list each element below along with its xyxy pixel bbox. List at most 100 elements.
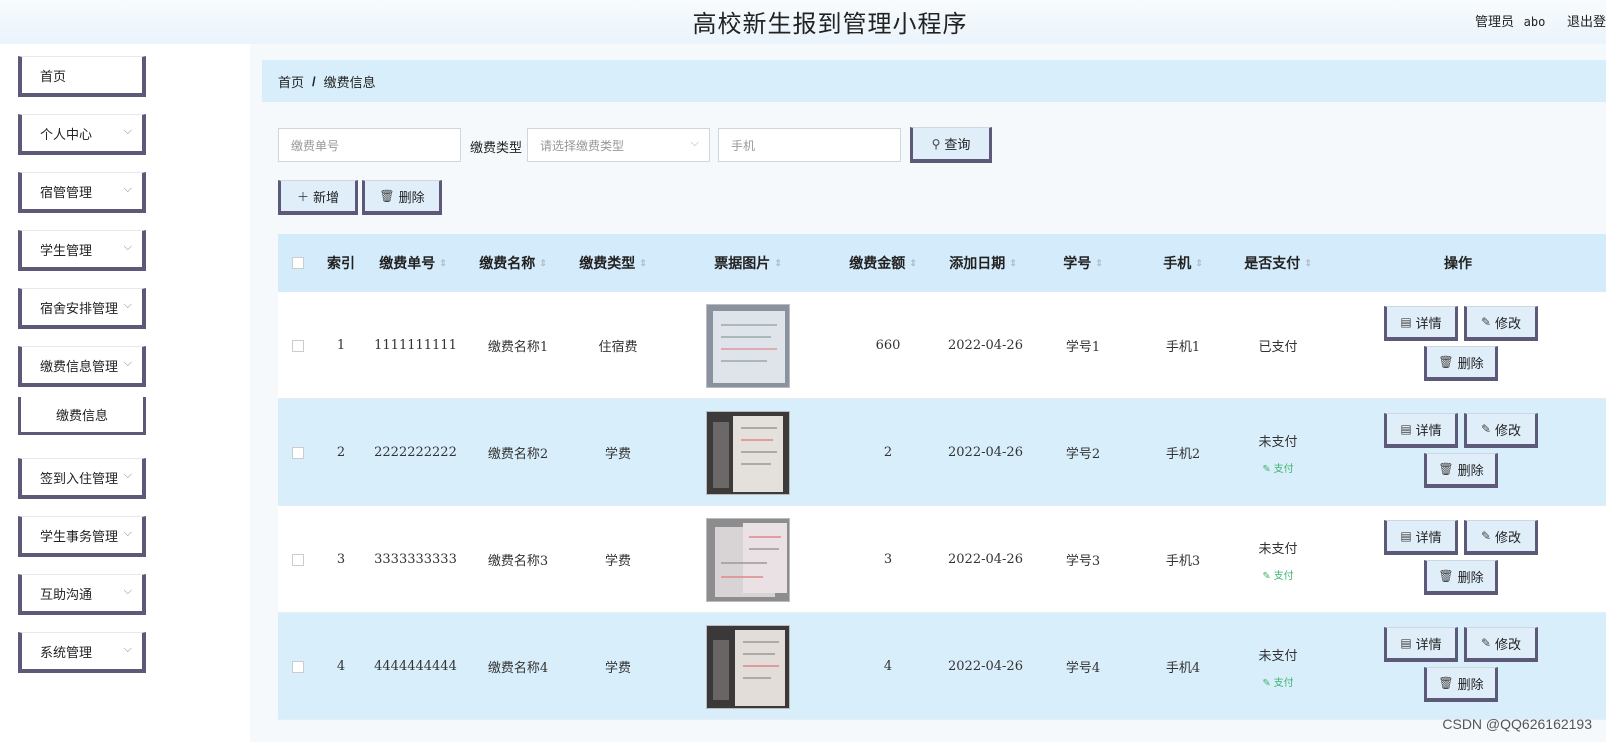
sidebar-item-payment-mgmt[interactable]: 缴费信息管理 ⌵ bbox=[18, 346, 146, 387]
row-checkbox[interactable] bbox=[288, 399, 308, 506]
sidebar-item-label: 学生事务管理 bbox=[40, 528, 119, 544]
detail-button[interactable]: ▤ 详情 bbox=[1384, 627, 1458, 662]
sidebar-item-students[interactable]: 学生管理 ⌵ bbox=[18, 230, 146, 271]
select-all-checkbox[interactable] bbox=[288, 234, 308, 292]
edit-button[interactable]: ✎ 修改 bbox=[1464, 306, 1538, 341]
search-button[interactable]: ⚲ 查询 bbox=[910, 127, 992, 163]
add-button[interactable]: ＋ 新增 bbox=[278, 180, 358, 215]
trash-icon: 🗑 bbox=[1438, 355, 1454, 369]
sidebar-item-home[interactable]: 首页 bbox=[18, 56, 146, 97]
row-checkbox[interactable] bbox=[288, 506, 308, 613]
chevron-down-icon: ⌵ bbox=[123, 357, 132, 369]
sort-icon: ⇕ bbox=[1195, 257, 1203, 268]
trash-icon: 🗑 bbox=[1438, 462, 1454, 476]
edit-icon: ✎ bbox=[1480, 529, 1492, 543]
edit-button-label: 修改 bbox=[1495, 529, 1522, 545]
sort-icon: ⇕ bbox=[1009, 257, 1017, 268]
column-header[interactable]: 手机 ⇕ bbox=[1148, 234, 1218, 292]
cell-status: 未支付 ✎ 支付 bbox=[1233, 399, 1323, 506]
add-button-label: 新增 bbox=[313, 189, 340, 205]
pay-link[interactable]: ✎ 支付 bbox=[1262, 460, 1293, 475]
sidebar-item-checkin[interactable]: 签到入住管理 ⌵ bbox=[18, 458, 146, 499]
delete-button[interactable]: 🗑 删除 bbox=[1424, 453, 1498, 488]
receipt-image[interactable] bbox=[698, 399, 798, 506]
detail-button-label: 详情 bbox=[1415, 422, 1442, 438]
delete-button[interactable]: 🗑 删除 bbox=[1424, 667, 1498, 702]
sidebar-item-communication[interactable]: 互助沟通 ⌵ bbox=[18, 574, 146, 615]
cell-student-id: 学号3 bbox=[1065, 554, 1101, 569]
row-actions: ▤ 详情 ✎ 修改 🗑 删除 bbox=[1378, 292, 1598, 399]
edit-button[interactable]: ✎ 修改 bbox=[1464, 627, 1538, 662]
sidebar-item-label: 宿管管理 bbox=[40, 184, 93, 200]
edit-button[interactable]: ✎ 修改 bbox=[1464, 520, 1538, 555]
bulk-delete-button[interactable]: 🗑 删除 bbox=[362, 180, 442, 215]
edit-button-label: 修改 bbox=[1495, 315, 1522, 331]
cell-amount: 4 bbox=[883, 659, 893, 674]
column-header-label: 缴费名称 bbox=[479, 255, 536, 271]
sort-icon: ⇕ bbox=[439, 257, 447, 268]
column-header[interactable]: 缴费名称 ⇕ bbox=[468, 234, 558, 292]
sort-icon: ⇕ bbox=[909, 257, 917, 268]
column-header[interactable]: 票据图片 ⇕ bbox=[698, 234, 798, 292]
table-row: 4 4444444444 缴费名称4 学费 4 2022-04-26 学号4 手… bbox=[278, 613, 1606, 720]
plus-icon: ＋ bbox=[296, 189, 309, 204]
delete-button[interactable]: 🗑 删除 bbox=[1424, 560, 1498, 595]
column-header[interactable]: 缴费类型 ⇕ bbox=[568, 234, 658, 292]
detail-button[interactable]: ▤ 详情 bbox=[1384, 413, 1458, 448]
payment-type-select[interactable]: 请选择缴费类型 ⌵ bbox=[527, 128, 710, 162]
document-icon: ▤ bbox=[1400, 636, 1412, 650]
column-header[interactable]: 缴费金额 ⇕ bbox=[838, 234, 928, 292]
logout-link[interactable]: 退出登 bbox=[1567, 14, 1606, 29]
user-area: 管理员 abo 退出登 bbox=[1469, 11, 1606, 30]
order-number-placeholder: 缴费单号 bbox=[291, 138, 340, 153]
detail-button[interactable]: ▤ 详情 bbox=[1384, 520, 1458, 555]
cell-type: 学费 bbox=[604, 661, 631, 676]
column-header[interactable]: 缴费单号 ⇕ bbox=[368, 234, 458, 292]
detail-button[interactable]: ▤ 详情 bbox=[1384, 306, 1458, 341]
receipt-image[interactable] bbox=[698, 613, 798, 720]
cell-name: 缴费名称4 bbox=[487, 661, 549, 676]
sidebar-item-affairs[interactable]: 学生事务管理 ⌵ bbox=[18, 516, 146, 557]
cell-name: 缴费名称1 bbox=[487, 340, 549, 355]
receipt-image[interactable] bbox=[698, 292, 798, 399]
sort-icon: ⇕ bbox=[539, 257, 547, 268]
pay-link[interactable]: ✎ 支付 bbox=[1262, 567, 1293, 582]
row-checkbox[interactable] bbox=[288, 613, 308, 720]
delete-button-label: 删除 bbox=[1457, 569, 1484, 585]
row-actions: ▤ 详情 ✎ 修改 🗑 删除 bbox=[1378, 506, 1598, 613]
cell-status: 未支付 ✎ 支付 bbox=[1233, 613, 1323, 720]
pay-link-label: 支付 bbox=[1273, 677, 1294, 689]
pay-link-label: 支付 bbox=[1273, 463, 1294, 475]
cell-student-id: 学号4 bbox=[1065, 661, 1101, 676]
breadcrumb-home[interactable]: 首页 bbox=[278, 72, 304, 91]
column-header[interactable]: 学号 ⇕ bbox=[1048, 234, 1118, 292]
user-role: 管理员 bbox=[1475, 14, 1515, 29]
row-checkbox[interactable] bbox=[288, 292, 308, 399]
cell-student-id: 学号2 bbox=[1065, 447, 1101, 462]
sort-icon: ⇕ bbox=[774, 257, 782, 268]
edit-button[interactable]: ✎ 修改 bbox=[1464, 413, 1538, 448]
sort-icon: ⇕ bbox=[1095, 257, 1103, 268]
trash-icon: 🗑 bbox=[1438, 676, 1454, 690]
pay-link[interactable]: ✎ 支付 bbox=[1262, 674, 1293, 689]
receipt-image[interactable] bbox=[698, 506, 798, 613]
cell-order: 3333333333 bbox=[374, 552, 457, 567]
status-text: 已支付 bbox=[1258, 340, 1298, 355]
order-number-input[interactable]: 缴费单号 bbox=[278, 128, 461, 162]
sidebar-subitem-payment-info[interactable]: 缴费信息 bbox=[18, 397, 146, 435]
sidebar-item-dorm-arrange[interactable]: 宿舍安排管理 ⌵ bbox=[18, 288, 146, 329]
sidebar-item-system[interactable]: 系统管理 ⌵ bbox=[18, 632, 146, 673]
app-header: 高校新生报到管理小程序 管理员 abo 退出登 bbox=[0, 0, 1606, 44]
delete-button[interactable]: 🗑 删除 bbox=[1424, 346, 1498, 381]
column-header[interactable]: 是否支付 ⇕ bbox=[1233, 234, 1323, 292]
sidebar-item-dorm-staff[interactable]: 宿管管理 ⌵ bbox=[18, 172, 146, 213]
cell-index: 2 bbox=[336, 445, 346, 460]
sidebar-item-personal[interactable]: 个人中心 ⌵ bbox=[18, 114, 146, 155]
phone-input[interactable]: 手机 bbox=[718, 128, 901, 162]
sidebar-item-label: 首页 bbox=[40, 68, 67, 84]
table-row: 3 3333333333 缴费名称3 学费 3 2022-04-26 学号3 手… bbox=[278, 506, 1606, 613]
row-actions: ▤ 详情 ✎ 修改 🗑 删除 bbox=[1378, 399, 1598, 506]
cell-date: 2022-04-26 bbox=[948, 552, 1023, 567]
column-header[interactable]: 添加日期 ⇕ bbox=[938, 234, 1028, 292]
sidebar-item-label: 签到入住管理 bbox=[40, 470, 119, 486]
